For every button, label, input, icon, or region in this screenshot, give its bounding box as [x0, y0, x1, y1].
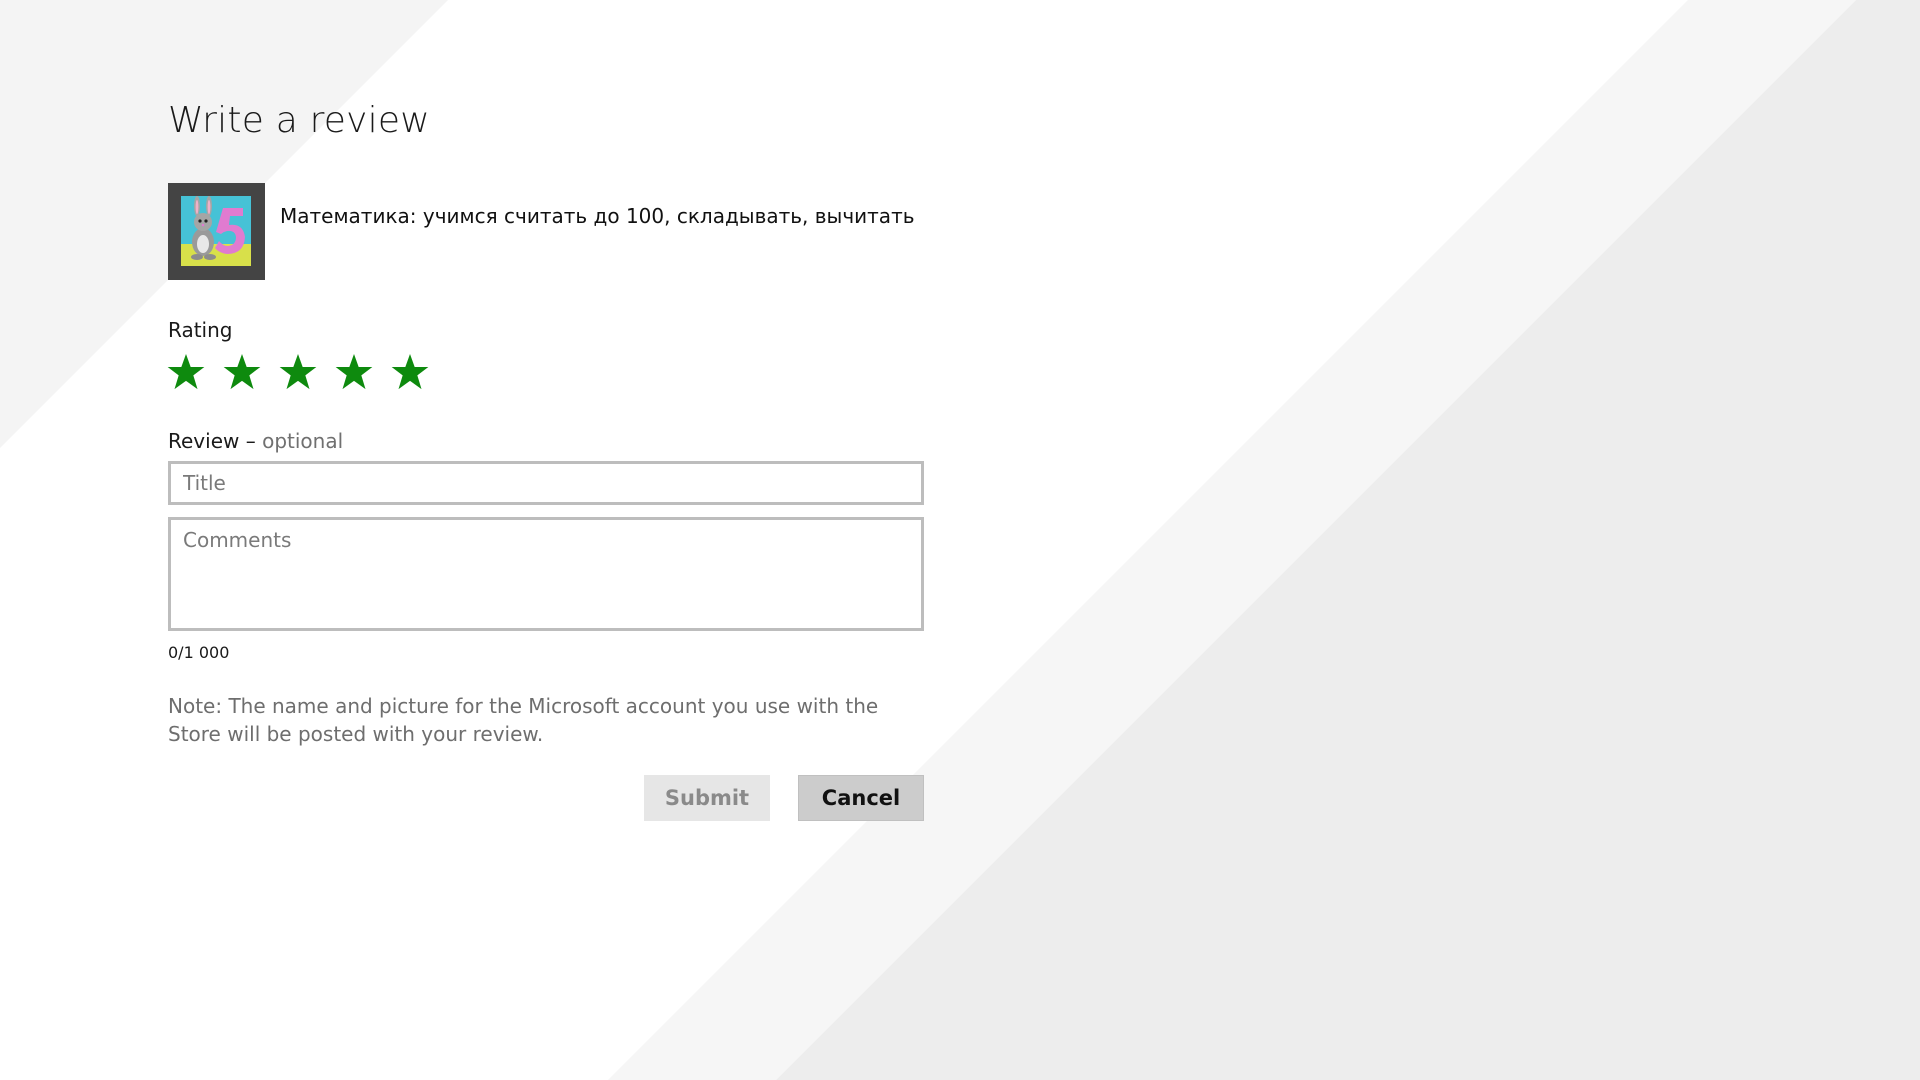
review-title-input[interactable]	[168, 461, 924, 505]
app-name: Математика: учимся считать до 100, склад…	[280, 204, 915, 228]
star-icon-3[interactable]	[278, 352, 318, 392]
star-icon-1[interactable]	[166, 352, 206, 392]
star-icon-2[interactable]	[222, 352, 262, 392]
submit-button[interactable]: Submit	[644, 775, 770, 821]
star-icon-5[interactable]	[390, 352, 430, 392]
cancel-button[interactable]: Cancel	[798, 775, 924, 821]
privacy-note: Note: The name and picture for the Micro…	[168, 694, 879, 746]
review-comments-input[interactable]	[168, 517, 924, 631]
app-tile	[168, 183, 265, 280]
review-label-separator: –	[239, 429, 263, 453]
write-review-page: Write a review Математика: учимся считат…	[0, 0, 1920, 1080]
review-optional-text: optional	[262, 429, 344, 453]
rating-label: Rating	[168, 318, 233, 342]
bunny-number-five-app-icon	[181, 196, 251, 266]
review-label: Review – optional	[168, 429, 343, 453]
character-counter: 0/1 000	[168, 643, 230, 662]
page-title: Write a review	[168, 100, 430, 141]
review-label-text: Review	[168, 429, 240, 453]
star-icon-4[interactable]	[334, 352, 374, 392]
star-rating	[166, 352, 430, 392]
